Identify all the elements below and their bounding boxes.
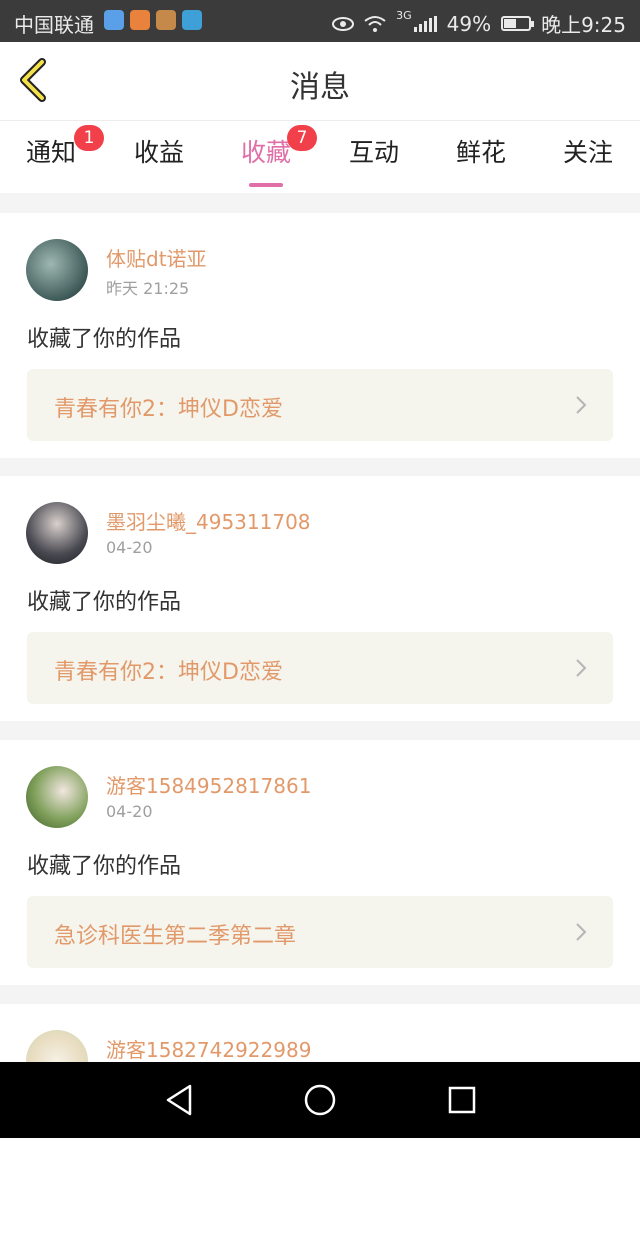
wifi-icon	[364, 15, 386, 32]
message-card: 墨羽尘曦_495311708 04-20 收藏了你的作品 青春有你2：坤仪D恋爱	[0, 476, 640, 721]
tab-notifications[interactable]: 通知 1	[6, 125, 104, 169]
avatar[interactable]	[26, 766, 88, 828]
unread-badge: 7	[287, 125, 317, 151]
browser-app-icon	[182, 10, 202, 30]
unread-badge: 1	[74, 125, 104, 151]
work-title: 青春有你2：坤仪D恋爱	[54, 660, 283, 685]
eye-icon	[332, 16, 355, 31]
battery-icon	[501, 16, 535, 31]
username[interactable]: 墨羽尘曦_495311708	[106, 506, 311, 535]
tab-following[interactable]: 关注	[543, 133, 633, 169]
network-type-label: 3G	[396, 9, 412, 22]
message-text: 收藏了你的作品	[27, 590, 182, 615]
work-title: 青春有你2：坤仪D恋爱	[54, 397, 283, 422]
tab-label: 收益	[133, 138, 184, 167]
work-link[interactable]: 青春有你2：坤仪D恋爱	[27, 369, 613, 441]
nav-home-icon[interactable]	[300, 1080, 340, 1120]
clock: 晚上9:25	[541, 13, 626, 37]
avatar[interactable]	[26, 502, 88, 564]
work-link[interactable]: 青春有你2：坤仪D恋爱	[27, 632, 613, 704]
message-card: 体贴dt诺亚 昨天 21:25 收藏了你的作品 青春有你2：坤仪D恋爱	[0, 213, 640, 458]
video-app-icon	[130, 10, 150, 30]
tab-bar: 通知 1 收益 收藏 7 互动 鲜花 关注	[0, 121, 640, 193]
work-link[interactable]: 急诊科医生第二季第二章	[27, 896, 613, 968]
chevron-right-icon	[576, 923, 587, 941]
tab-interactions[interactable]: 互动	[329, 133, 419, 169]
notification-icons	[104, 10, 202, 30]
avatar[interactable]	[26, 239, 88, 301]
message-card: 游客1584952817861 04-20 收藏了你的作品 急诊科医生第二季第二…	[0, 740, 640, 985]
username[interactable]: 游客1582742922989	[106, 1034, 311, 1063]
store-app-icon	[156, 10, 176, 30]
active-tab-indicator	[249, 183, 283, 187]
chevron-right-icon	[576, 396, 587, 414]
work-title: 急诊科医生第二季第二章	[54, 924, 297, 949]
message-text: 收藏了你的作品	[27, 854, 182, 879]
app-notification-icon	[104, 10, 124, 30]
message-time: 04-20	[106, 802, 153, 821]
page-title: 消息	[290, 70, 350, 105]
tab-label: 互动	[348, 138, 399, 167]
username[interactable]: 体贴dt诺亚	[106, 243, 207, 272]
tab-label: 鲜花	[455, 138, 506, 167]
tab-label: 收藏	[240, 138, 291, 167]
tab-label: 关注	[562, 138, 613, 167]
message-time: 昨天 21:25	[106, 279, 190, 298]
tab-flowers[interactable]: 鲜花	[436, 133, 526, 169]
battery-percent: 49%	[446, 11, 492, 36]
header: 消息	[0, 42, 640, 121]
signal-icon	[413, 15, 437, 32]
message-text: 收藏了你的作品	[27, 327, 182, 352]
chevron-right-icon	[576, 659, 587, 677]
tab-favorites[interactable]: 收藏 7	[221, 125, 317, 187]
navigation-bar	[0, 1062, 640, 1138]
nav-recents-icon[interactable]	[442, 1080, 482, 1120]
carrier-name: 中国联通	[14, 13, 94, 37]
status-bar: 中国联通 3G 49% 晚上9:25	[0, 0, 640, 42]
tab-label: 通知	[25, 138, 76, 167]
username[interactable]: 游客1584952817861	[106, 770, 311, 799]
tab-earnings[interactable]: 收益	[114, 133, 204, 169]
message-time: 04-20	[106, 538, 153, 557]
nav-back-icon[interactable]	[160, 1080, 200, 1120]
